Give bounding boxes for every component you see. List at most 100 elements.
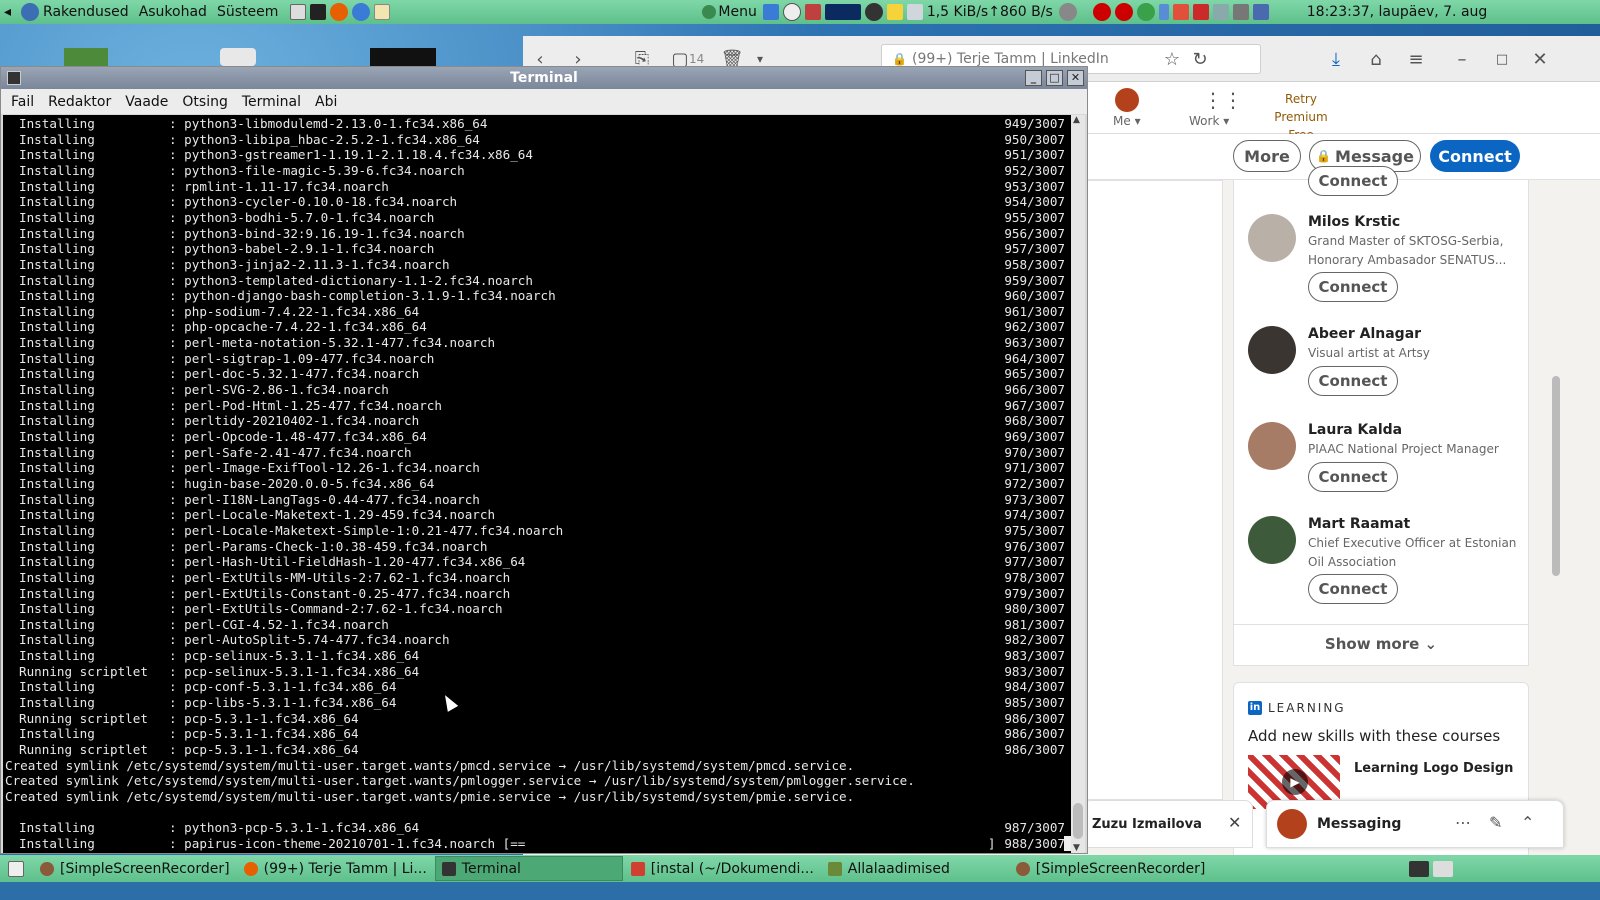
avatar[interactable] — [1248, 326, 1296, 374]
tray-network-icon[interactable] — [905, 0, 925, 24]
avatar[interactable] — [1248, 516, 1296, 564]
tray-battery-icon[interactable] — [1251, 0, 1271, 24]
show-desktop-icon[interactable] — [0, 856, 32, 881]
person-name[interactable]: Abeer Alnagar — [1308, 326, 1421, 342]
taskbar-item[interactable]: [SimpleScreenRecorder] — [1010, 856, 1212, 881]
menu-system[interactable]: Süsteem — [217, 0, 278, 24]
close-icon[interactable]: ✕ — [1067, 70, 1084, 86]
me-avatar[interactable] — [1115, 88, 1139, 112]
terminal-titlebar[interactable]: Terminal _ □ ✕ — [1, 67, 1087, 89]
taskbar-item[interactable]: [instal (~/Dokumendi... — [625, 856, 820, 881]
scroll-up-arrow-icon[interactable]: ▲ — [1073, 115, 1080, 125]
tray-notes-icon[interactable] — [885, 0, 905, 24]
maximize-icon[interactable]: □ — [1487, 44, 1517, 74]
nav-work[interactable]: Work ▾ — [1189, 114, 1229, 128]
connect-button[interactable]: Connect — [1308, 462, 1398, 492]
connect-button[interactable]: Connect — [1430, 140, 1520, 172]
tray-volume-icon[interactable] — [1057, 0, 1079, 24]
menu-help[interactable]: Abi — [315, 94, 337, 110]
desktop-icon[interactable] — [64, 48, 108, 66]
more-button[interactable]: More — [1233, 140, 1301, 172]
maximize-icon[interactable]: □ — [1046, 70, 1063, 86]
desktop-icon[interactable] — [370, 48, 436, 66]
connect-button[interactable]: Connect — [1308, 272, 1398, 302]
linkedin-logo-icon: in — [1248, 701, 1262, 715]
close-icon[interactable]: ✕ — [1525, 44, 1555, 74]
messaging-avatar[interactable] — [1277, 809, 1307, 839]
home-icon[interactable]: ⌂ — [1361, 44, 1391, 74]
tray-bluetooth-icon[interactable] — [1157, 0, 1171, 24]
tray-ok-icon[interactable] — [1135, 0, 1157, 24]
tray-record2-icon[interactable] — [1113, 0, 1135, 24]
more-options-icon[interactable]: ⋯ — [1455, 813, 1471, 832]
taskbar-item[interactable]: (99+) Terje Tamm | Li... — [238, 856, 433, 881]
avatar[interactable] — [1248, 214, 1296, 262]
avatar[interactable] — [1248, 422, 1296, 470]
terminal-scrollbar[interactable]: ▲ ▼ — [1071, 115, 1085, 853]
chat-name[interactable]: Zuzu Izmailova — [1092, 817, 1202, 832]
fedora-logo-icon[interactable] — [19, 0, 41, 24]
minimize-icon[interactable]: – — [1447, 44, 1477, 74]
chat-close-icon[interactable]: ✕ — [1228, 813, 1241, 832]
work-grid-icon[interactable]: ⋮⋮ — [1203, 88, 1243, 112]
menu-file[interactable]: Fail — [11, 94, 34, 110]
messaging-bar[interactable]: Messaging ⋯ ✎ ⌃ — [1266, 800, 1564, 848]
menu-edit[interactable]: Redaktor — [48, 94, 111, 110]
scroll-down-arrow-icon[interactable]: ▼ — [1073, 843, 1080, 853]
tray-keyboard-icon[interactable] — [1211, 0, 1231, 24]
connect-button[interactable]: Connect — [1308, 366, 1398, 396]
chevron-up-icon[interactable]: ⌃ — [1521, 813, 1534, 832]
panel-clock[interactable]: 18:23:37, laupäev, 7. aug — [1307, 0, 1488, 24]
launcher-editor-icon[interactable] — [372, 0, 392, 24]
download-icon[interactable]: ⤓ — [1321, 44, 1351, 74]
hamburger-menu-icon[interactable]: ≡ — [1401, 44, 1431, 74]
course-title[interactable]: Learning Logo Design — [1354, 761, 1513, 776]
launcher-thunderbird-icon[interactable] — [350, 0, 372, 24]
launcher-firefox-icon[interactable] — [328, 0, 350, 24]
person-name[interactable]: Milos Krstic — [1308, 214, 1400, 230]
compose-icon[interactable]: ✎ — [1489, 813, 1502, 832]
workspace-switcher[interactable] — [1401, 856, 1461, 881]
terminal-output[interactable]: Installing: python3-libmodulemd-2.13.0-1… — [3, 115, 1071, 853]
bookmark-star-icon[interactable]: ☆ — [1157, 44, 1187, 74]
tray-network-graph-icon[interactable] — [823, 0, 863, 24]
show-more-button[interactable]: Show more ⌄ — [1234, 624, 1528, 666]
tray-display-icon[interactable] — [1231, 0, 1251, 24]
taskbar-item-active[interactable]: Terminal — [434, 856, 623, 881]
line-action: Installing — [19, 178, 95, 194]
menu-button[interactable]: Menu — [718, 0, 756, 24]
tray-cpu-icon[interactable] — [803, 0, 823, 24]
tray-calendar-icon[interactable] — [1191, 0, 1211, 24]
tray-clock-icon[interactable] — [781, 0, 803, 24]
connect-button-partial[interactable]: Connect — [1308, 166, 1398, 196]
person-name[interactable]: Laura Kalda — [1308, 422, 1402, 438]
menu-places[interactable]: Asukohad — [139, 0, 207, 24]
chat-tab[interactable]: Zuzu Izmailova ✕ — [1083, 800, 1253, 848]
desktop-icon[interactable] — [220, 48, 256, 66]
tray-check-icon[interactable] — [761, 0, 781, 24]
page-scrollbar[interactable] — [1552, 376, 1560, 576]
messaging-label[interactable]: Messaging — [1317, 816, 1401, 832]
taskbar-item[interactable]: [SimpleScreenRecorder] — [34, 856, 236, 881]
play-icon[interactable]: ▶ — [1282, 769, 1308, 795]
panel-left-arrow-icon[interactable]: ◂ — [4, 0, 11, 24]
reload-icon[interactable]: ↻ — [1185, 44, 1215, 74]
line-action: Installing — [19, 194, 95, 210]
scrollbar-thumb[interactable] — [1073, 803, 1083, 839]
menu-applications[interactable]: Rakendused — [43, 0, 129, 24]
launcher-terminal-icon[interactable] — [308, 0, 328, 24]
menu-terminal[interactable]: Terminal — [242, 94, 301, 110]
launcher-files-icon[interactable] — [288, 0, 308, 24]
nav-me[interactable]: Me ▾ — [1113, 114, 1141, 128]
menu-search[interactable]: Otsing — [182, 94, 227, 110]
tray-record-icon[interactable] — [1091, 0, 1113, 24]
connect-button[interactable]: Connect — [1308, 574, 1398, 604]
tray-updates-icon[interactable] — [1171, 0, 1191, 24]
person-name[interactable]: Mart Raamat — [1308, 516, 1410, 532]
taskbar-item[interactable]: Allalaadimised — [822, 856, 1008, 881]
minimize-icon[interactable]: _ — [1025, 70, 1042, 86]
tray-search-icon[interactable] — [863, 0, 885, 24]
menu-button-icon[interactable] — [700, 0, 718, 24]
menu-view[interactable]: Vaade — [125, 94, 168, 110]
terminal-app-icon[interactable] — [7, 71, 21, 85]
